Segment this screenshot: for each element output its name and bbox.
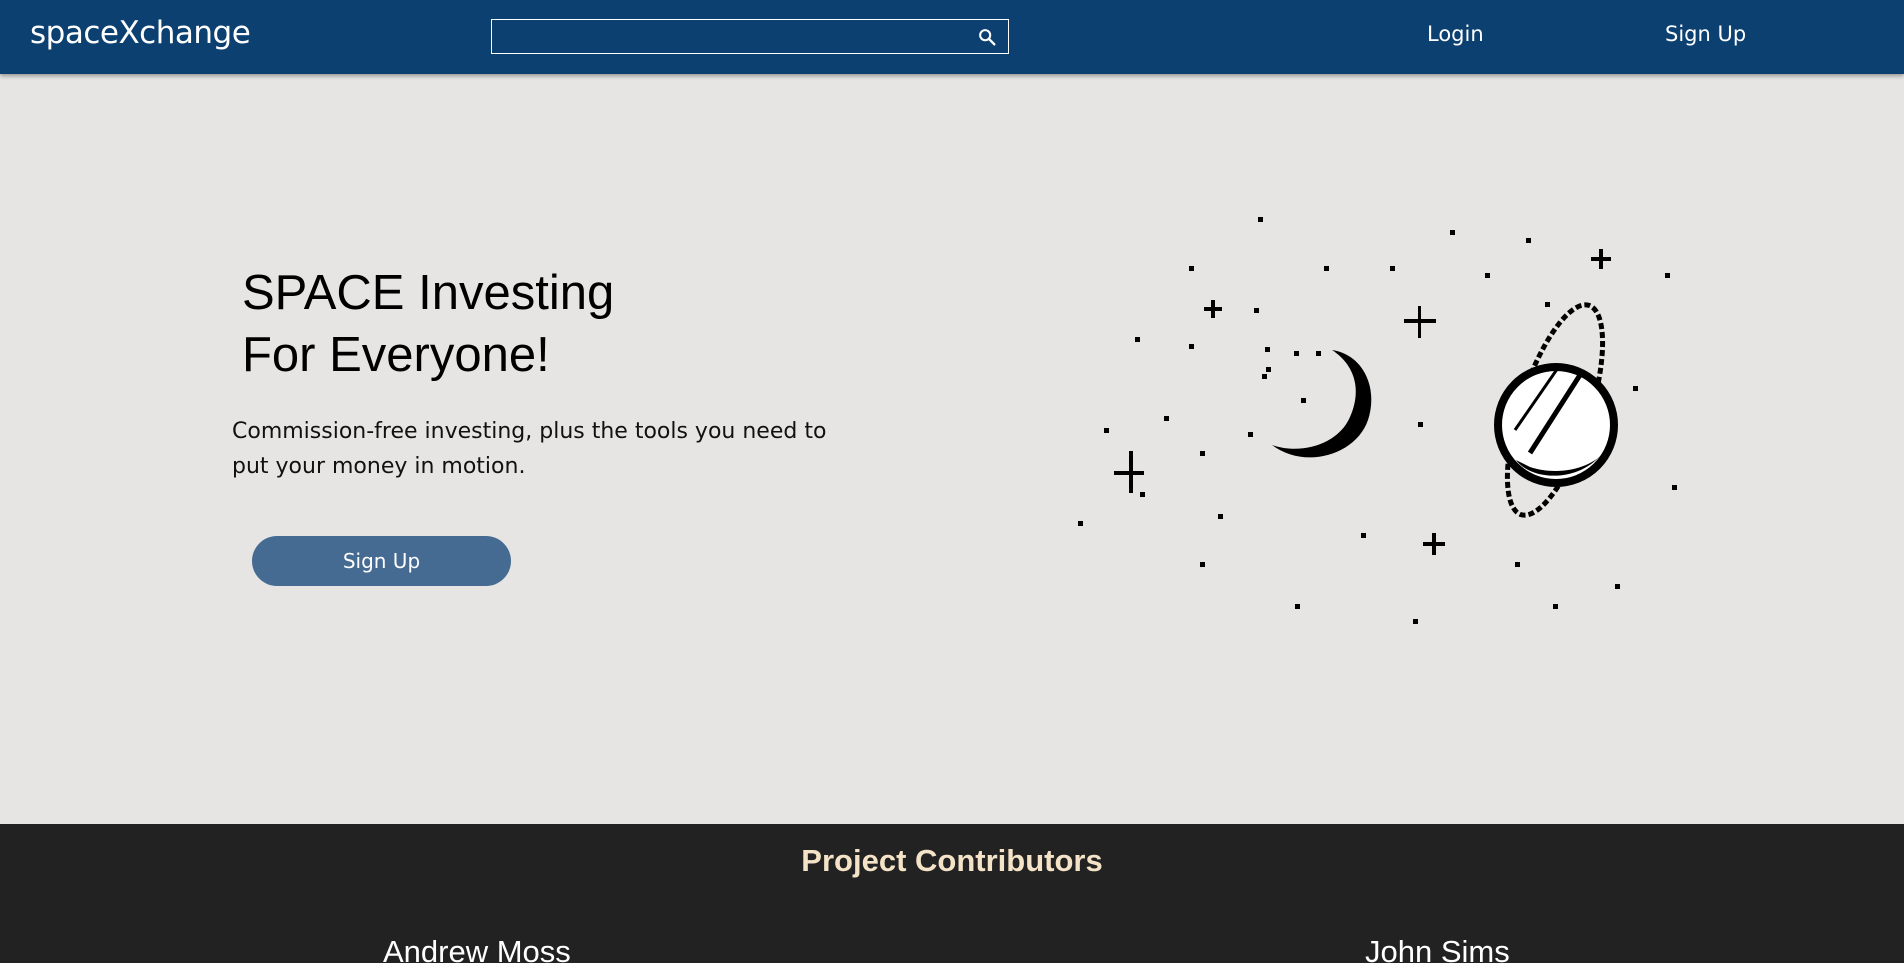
footer-title: Project Contributors — [801, 843, 1103, 878]
brand-logo-link[interactable]: spaceXchange — [30, 15, 251, 51]
nav-login-link[interactable]: Login — [1427, 22, 1484, 46]
top-navbar: spaceXchange Login Sign Up — [0, 0, 1904, 74]
search-icon[interactable] — [976, 26, 998, 48]
space-illustration-icon — [1078, 217, 1677, 624]
ringed-planet — [1494, 302, 1618, 518]
contributor-name: John Sims — [1365, 934, 1510, 963]
crescent-moon — [1248, 350, 1372, 458]
hero-title-line-1: SPACE Investing — [242, 266, 615, 320]
contributor-name: Andrew Moss — [383, 934, 571, 963]
hero-title: SPACE Investing For Everyone! — [242, 262, 614, 386]
hero-signup-button[interactable]: Sign Up — [252, 536, 511, 586]
nav-signup-link[interactable]: Sign Up — [1665, 22, 1746, 46]
search-input[interactable] — [492, 20, 962, 53]
search-bar — [491, 19, 1009, 54]
hero-title-line-2: For Everyone! — [242, 328, 550, 382]
contributors-footer: Project Contributors Andrew Moss John Si… — [0, 824, 1904, 963]
hero-description: Commission-free investing, plus the tool… — [232, 419, 827, 479]
